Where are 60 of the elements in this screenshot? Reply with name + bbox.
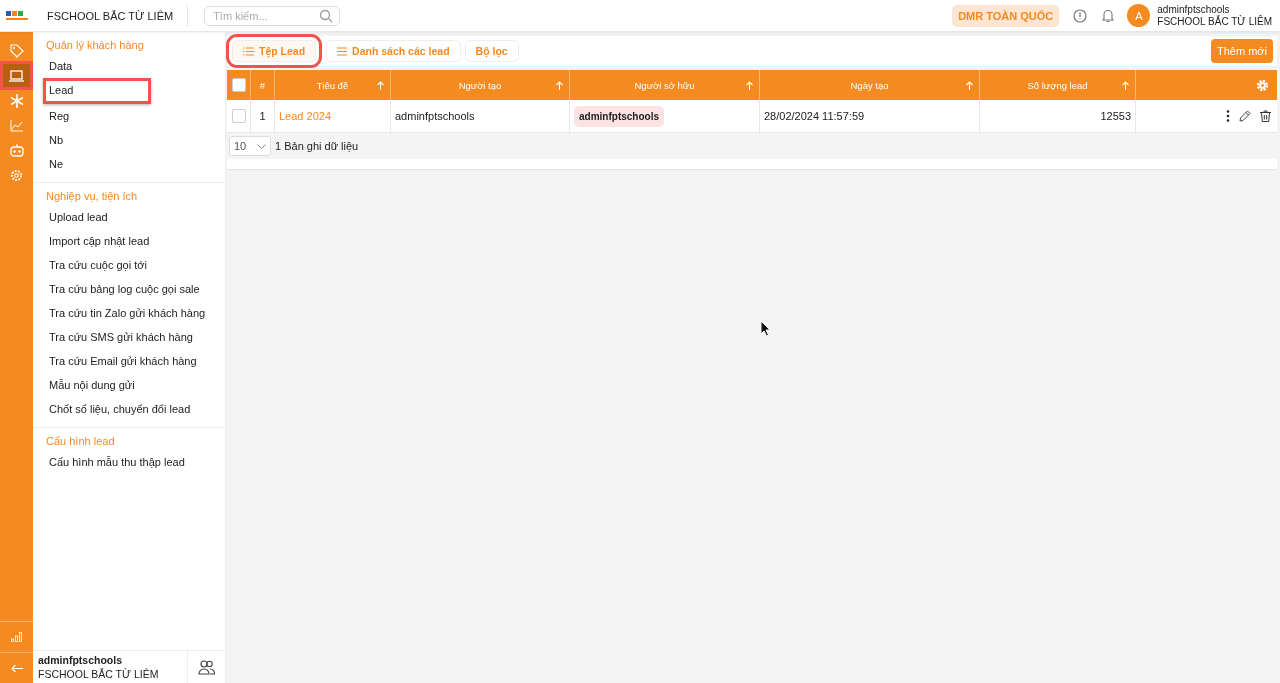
laptop-icon	[9, 69, 24, 82]
logo-icon	[5, 10, 28, 21]
more-icon[interactable]	[1226, 110, 1230, 122]
sort-arrow-icon[interactable]	[966, 81, 973, 90]
sort-arrow-icon[interactable]	[377, 81, 384, 90]
section-heading: Quản lý khách hàng	[46, 39, 145, 51]
menu-item[interactable]: Chốt số liệu, chuyển đổi lead	[33, 397, 225, 421]
bell-icon[interactable]	[1101, 8, 1116, 23]
menu-item[interactable]: Tra cứu tin Zalo gửi khách hàng	[33, 301, 225, 325]
user-organization: FSCHOOL BẮC TỪ LIÊM	[1157, 15, 1272, 28]
section-heading: Cấu hình lead	[46, 435, 116, 447]
owner-chip: adminfptschools	[574, 105, 664, 127]
menu-item[interactable]: Lead	[43, 78, 151, 104]
search-icon	[319, 8, 334, 23]
user-name: adminfptschools	[38, 653, 123, 667]
table-cell: 28/02/2024 11:57:59	[764, 110, 865, 122]
list-icon	[243, 46, 254, 56]
menu-item[interactable]: Ne	[33, 152, 225, 176]
edit-icon[interactable]	[1239, 110, 1251, 122]
menu-item[interactable]: Tra cứu SMS gửi khách hàng	[33, 325, 225, 349]
menu-item[interactable]: Cấu hình mẫu thu thập lead	[33, 450, 225, 474]
table-cell: 1	[259, 110, 266, 122]
menu-icon	[337, 46, 348, 56]
row-checkbox[interactable]	[231, 109, 246, 123]
mouse-cursor-icon	[760, 320, 771, 337]
sort-arrow-icon[interactable]	[1122, 81, 1129, 90]
select-all-checkbox[interactable]	[231, 78, 246, 92]
chevron-down-icon	[257, 143, 266, 149]
menu-item[interactable]: Mẫu nội dung gửi	[33, 373, 225, 397]
arrow-left-icon	[10, 663, 23, 673]
user-organization: FSCHOOL BẮC TỪ LIÊM	[38, 667, 160, 681]
settings-icon[interactable]	[1256, 78, 1269, 92]
menu-item[interactable]: Reg	[33, 104, 225, 128]
menu-item[interactable]: Tra cứu Email gửi khách hàng	[33, 349, 225, 373]
menu-item[interactable]: Upload lead	[33, 205, 225, 229]
gear-icon	[10, 169, 23, 182]
table-cell: 12553	[1100, 110, 1131, 122]
page-size-select[interactable]: 10	[229, 136, 271, 156]
section-heading: Nghiệp vụ, tiện ích	[46, 190, 139, 202]
info-icon[interactable]	[1073, 8, 1088, 23]
sort-arrow-icon[interactable]	[556, 81, 563, 90]
tag-icon	[9, 43, 24, 58]
menu-item[interactable]: Data	[33, 54, 225, 78]
rail-button[interactable]	[0, 61, 33, 90]
search-field[interactable]: Tìm kiếm...	[204, 5, 341, 26]
menu-item[interactable]: Nb	[33, 128, 225, 152]
line-chart-icon	[10, 119, 23, 132]
menu-item[interactable]: Tra cứu bảng log cuộc gọi sale	[33, 277, 225, 301]
menu-item[interactable]: Import cập nhật lead	[33, 229, 225, 253]
trash-icon[interactable]	[1260, 110, 1271, 122]
asterisk-icon	[9, 93, 24, 108]
users-icon[interactable]	[198, 659, 215, 675]
sort-arrow-icon[interactable]	[746, 81, 753, 90]
robot-icon	[9, 144, 24, 157]
menu-item[interactable]: Tra cứu cuộc gọi tới	[33, 253, 225, 277]
table-cell: adminfptschools	[395, 110, 475, 122]
signal-bars-icon	[10, 632, 23, 642]
user-name: adminfptschools	[1157, 3, 1231, 16]
record-count: 1 Bản ghi dữ liệu	[275, 140, 359, 152]
organization-name: FSCHOOL BẮC TỪ LIÊM	[47, 4, 189, 27]
